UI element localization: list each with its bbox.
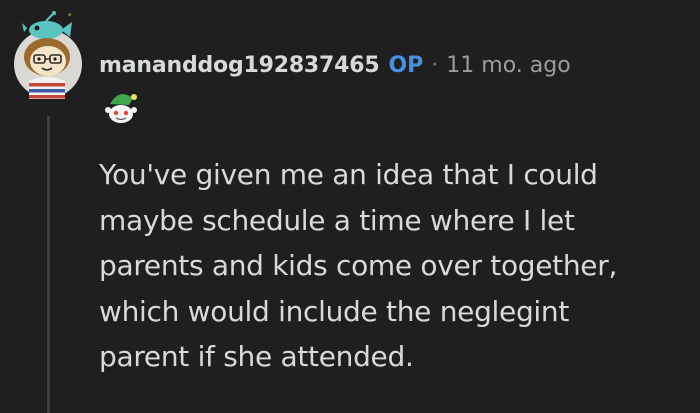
user-flair (104, 86, 138, 126)
svg-text:*: * (68, 12, 72, 20)
comment-body-line: maybe schedule a time where I let (99, 203, 575, 237)
timestamp[interactable]: 11 mo. ago (446, 53, 570, 78)
comment-body-line: You've given me an idea that I could (99, 158, 598, 191)
comment-body-line: parents and kids come over together, (99, 249, 618, 282)
comment-body-line: which would include the neglegint (99, 294, 570, 328)
comment-body-line: parent if she attended. (99, 340, 414, 373)
username-link[interactable]: mananddog192837465 (99, 53, 380, 78)
comment-body: You've given me an idea that I could may… (99, 152, 689, 380)
snoo-elf-hat-flair-icon (105, 94, 137, 123)
comment-header: mananddog192837465 OP · 11 mo. ago (99, 48, 571, 82)
snoo-avatar-with-fish-hat-icon: * (14, 11, 82, 99)
avatar[interactable]: * (12, 9, 84, 99)
separator-dot: · (431, 52, 439, 78)
op-badge: OP (388, 52, 424, 78)
thread-line[interactable] (47, 116, 50, 413)
